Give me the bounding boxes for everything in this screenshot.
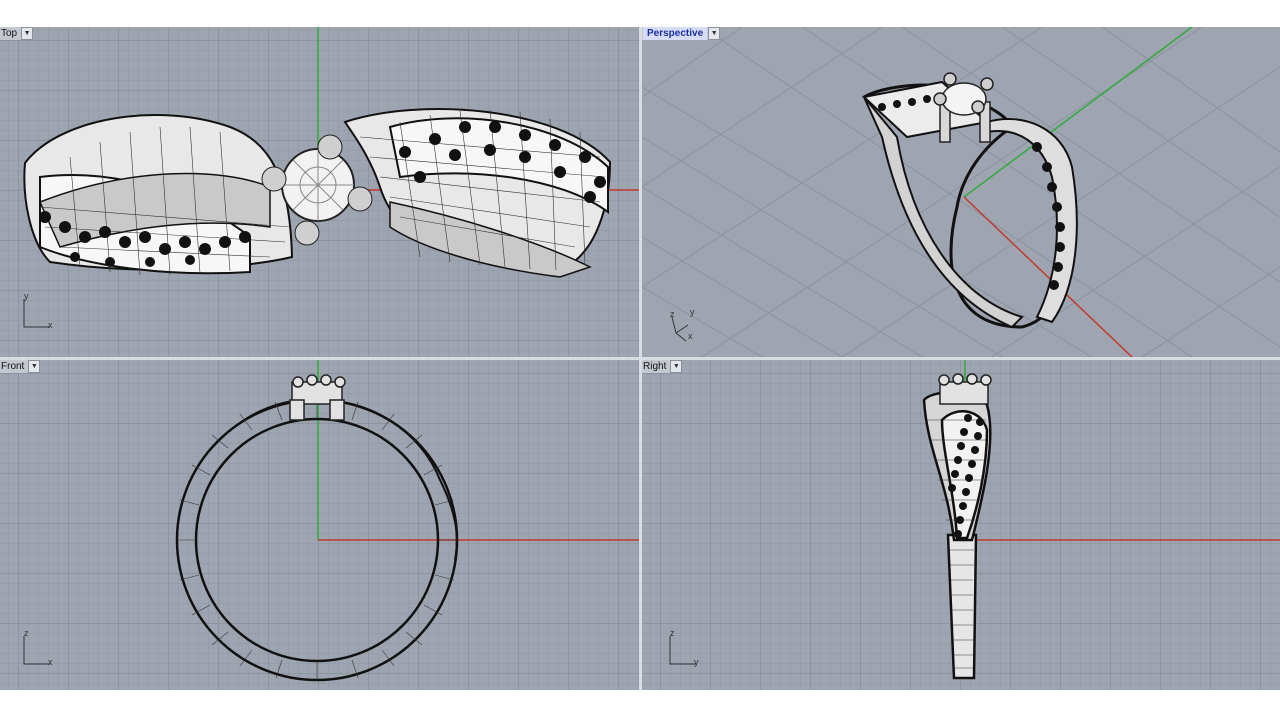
axis-label-z: z — [670, 628, 675, 638]
chevron-down-icon[interactable]: ▼ — [670, 360, 683, 373]
viewport-front-title[interactable]: Front — [1, 360, 27, 373]
right-view-canvas — [642, 360, 1280, 690]
axis-label-x: x — [688, 331, 693, 341]
axis-label-x: x — [48, 320, 53, 330]
viewport-front[interactable]: Front ▼ z x — [0, 360, 639, 690]
axis-indicator-right: z y — [666, 628, 706, 668]
axis-label-y: y — [690, 307, 695, 317]
viewport-top-title[interactable]: Top — [1, 27, 20, 40]
front-view-canvas — [0, 360, 639, 690]
viewport-right-title[interactable]: Right — [643, 360, 669, 373]
chevron-down-icon[interactable]: ▼ — [21, 27, 34, 40]
viewport-perspective[interactable]: Perspective ▼ z y x — [642, 27, 1280, 357]
ring-model-perspective — [861, 80, 1078, 329]
viewport-right-tab[interactable]: Right ▼ — [642, 360, 683, 373]
viewport-top-tab[interactable]: Top ▼ — [0, 27, 34, 40]
viewport-perspective-tab[interactable]: Perspective ▼ — [642, 27, 721, 40]
chevron-down-icon[interactable]: ▼ — [708, 27, 721, 40]
top-view-canvas — [0, 27, 639, 357]
axis-indicator-perspective: z y x — [666, 303, 712, 343]
perspective-view-canvas — [642, 27, 1280, 357]
viewport-perspective-title[interactable]: Perspective — [643, 27, 708, 40]
axis-label-y: y — [24, 291, 29, 301]
axis-indicator-top: y x — [20, 291, 60, 331]
axis-label-z: z — [670, 309, 675, 319]
viewport-right[interactable]: Right ▼ z y — [642, 360, 1280, 690]
viewport-top[interactable]: Top ▼ y x — [0, 27, 639, 357]
chevron-down-icon[interactable]: ▼ — [28, 360, 41, 373]
axis-label-z: z — [24, 628, 29, 638]
axis-label-y: y — [694, 657, 699, 667]
viewport-layout: Top ▼ y x Perspective ▼ z y x Front ▼ z … — [0, 27, 1280, 690]
axis-indicator-front: z x — [20, 628, 60, 668]
viewport-front-tab[interactable]: Front ▼ — [0, 360, 41, 373]
axis-label-x: x — [48, 657, 53, 667]
